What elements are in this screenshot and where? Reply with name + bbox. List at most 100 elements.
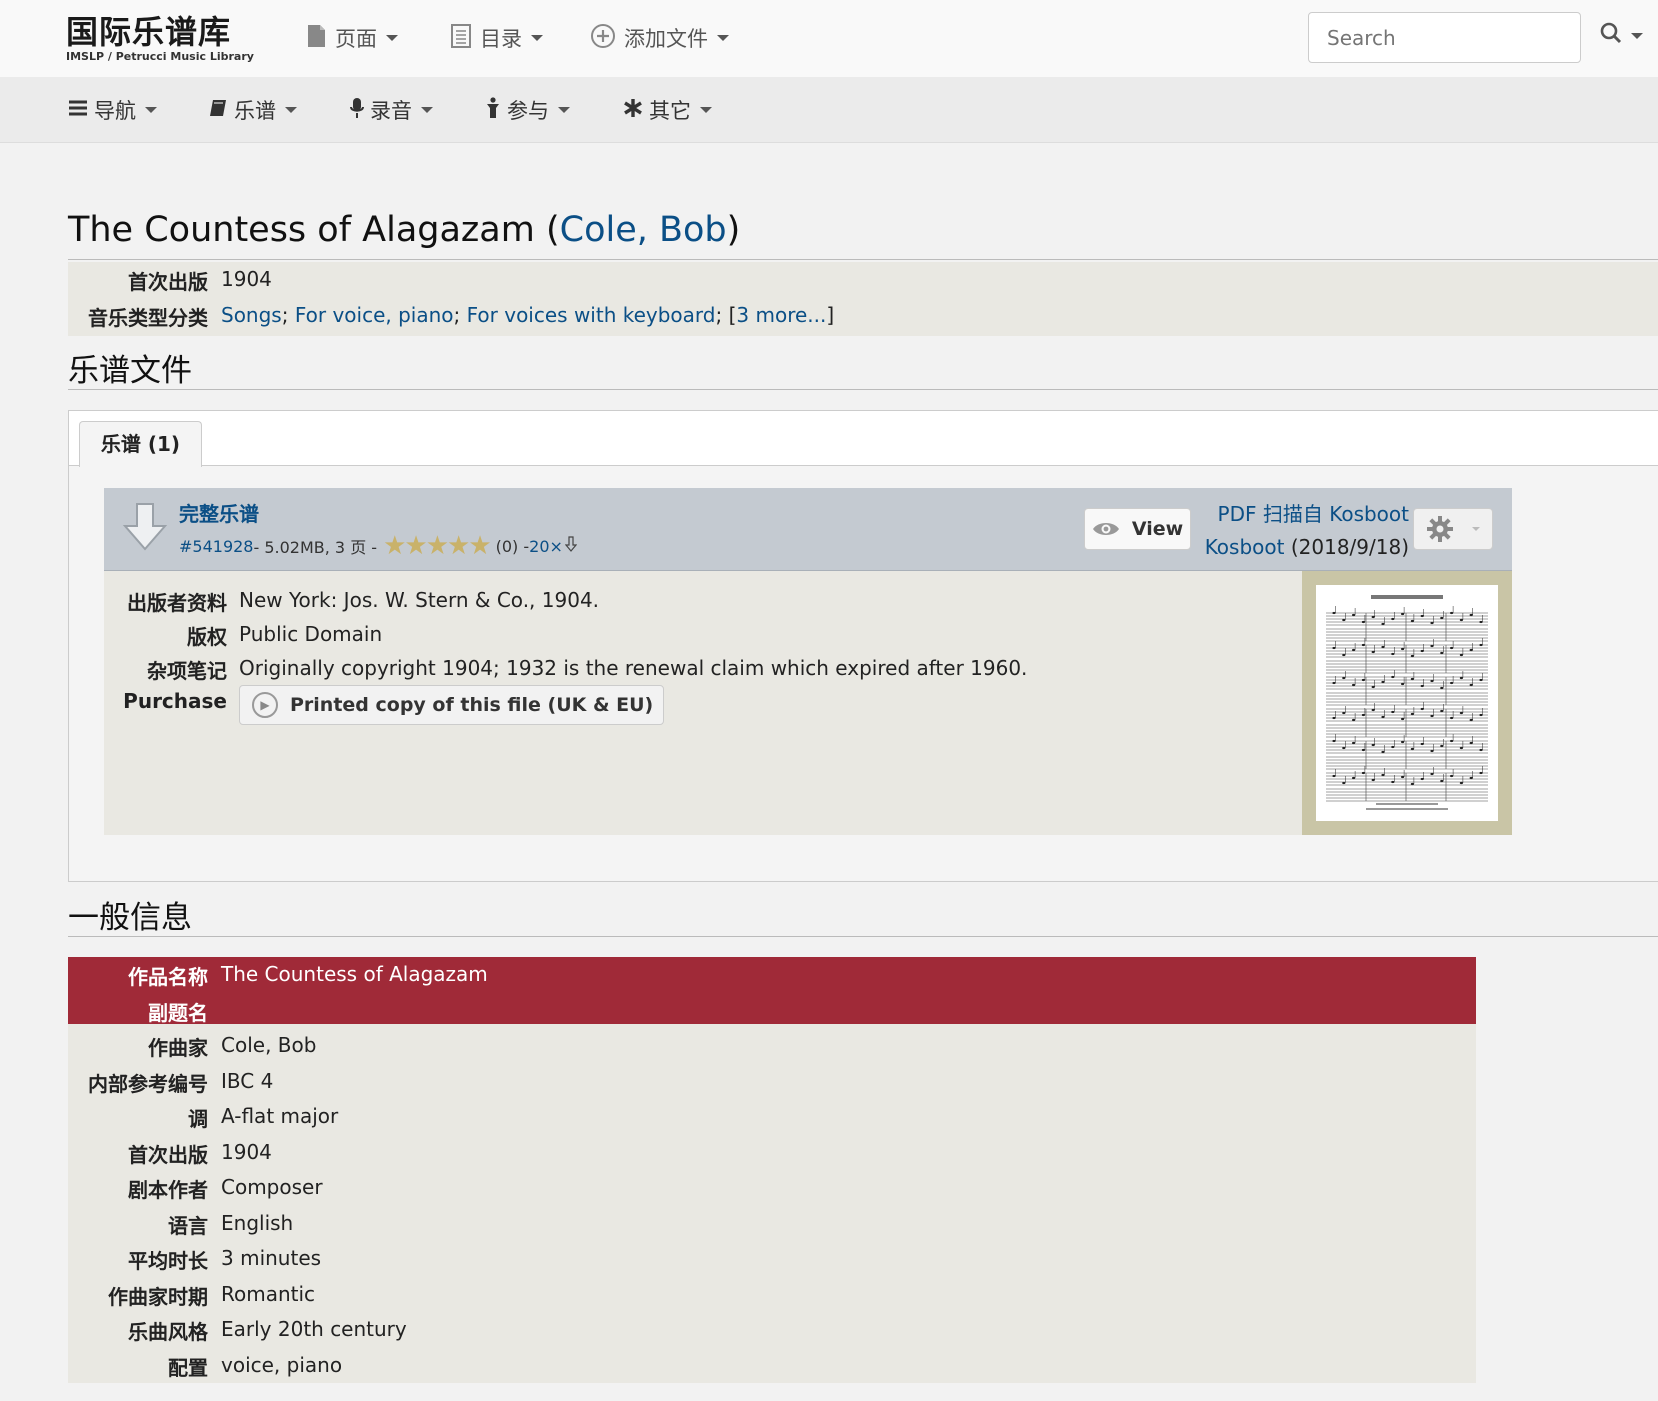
- logo-title[interactable]: 国际乐谱库: [66, 14, 256, 50]
- style-link[interactable]: Early 20th century: [221, 1317, 407, 1341]
- summary-label: 首次出版: [128, 270, 208, 294]
- files-tabbar: 乐谱 (1): [69, 411, 1658, 467]
- list-icon: [450, 23, 472, 54]
- general-value: A-flat major: [221, 1104, 339, 1128]
- general-label: 内部参考编号: [88, 1071, 208, 1096]
- genre-more-link[interactable]: 3 more...: [736, 303, 826, 327]
- genre-link-voice-piano[interactable]: For voice, piano: [295, 303, 454, 327]
- search-input[interactable]: [1308, 12, 1581, 63]
- general-value: Composer: [221, 1175, 323, 1199]
- person-icon: [485, 96, 501, 124]
- rating-stars[interactable]: ★ ★ ★ ★ ★: [383, 533, 492, 559]
- file-row-purchase: Purchase ▶ Printed copy of this file (UK…: [104, 685, 1302, 729]
- chevron-down-icon: [558, 107, 570, 113]
- period-link[interactable]: Romantic: [221, 1282, 315, 1306]
- purchase-button-label: Printed copy of this file (UK & EU): [290, 694, 654, 716]
- general-value: English: [221, 1210, 294, 1235]
- general-row-work-title: 作品名称 The Countess of Alagazam: [68, 957, 1476, 993]
- page-title-paren-close: ): [726, 210, 741, 250]
- nav-navigation[interactable]: 导航: [68, 95, 157, 125]
- bracket-close: ]: [826, 303, 835, 327]
- view-button[interactable]: View: [1084, 508, 1191, 550]
- file-row-label: 版权: [187, 625, 227, 649]
- menu-page[interactable]: 页面: [305, 22, 398, 54]
- microphone-icon: [350, 97, 364, 124]
- upload-date: (2018/9/18): [1284, 535, 1409, 559]
- public-domain-link[interactable]: Public Domain: [239, 622, 382, 646]
- file-row-publisher: 出版者资料 New York: Jos. W. Stern & Co., 190…: [104, 583, 1302, 617]
- star-icon[interactable]: ★: [404, 533, 427, 559]
- separator: ;: [453, 303, 461, 327]
- nav-scores[interactable]: 乐谱: [208, 95, 297, 125]
- file-card: 完整乐谱 #541928 - 5.02MB, 3 页 - ★ ★ ★ ★ ★ (…: [104, 488, 1512, 835]
- purchase-button[interactable]: ▶ Printed copy of this file (UK & EU): [239, 685, 665, 725]
- file-row-label: 出版者资料: [127, 591, 227, 615]
- download-arrow-icon[interactable]: [122, 502, 168, 556]
- pdf-info: PDF 扫描自 Kosboot Kosboot (2018/9/18): [1199, 498, 1409, 564]
- file-row-notes: 杂项笔记 Originally copyright 1904; 1932 is …: [104, 651, 1302, 685]
- genre-link-voices-keyboard[interactable]: For voices with keyboard: [467, 303, 716, 327]
- page-title-work: The Countess of Alagazam: [68, 210, 535, 250]
- file-row-label: 杂项笔记: [147, 659, 227, 683]
- general-row-duration: 平均时长 3 minutes: [68, 1241, 1476, 1277]
- plus-circle-icon: [590, 23, 616, 54]
- nav-other[interactable]: 其它: [623, 95, 712, 125]
- file-card-header: 完整乐谱 #541928 - 5.02MB, 3 页 - ★ ★ ★ ★ ★ (…: [104, 488, 1512, 571]
- general-label: 剧本作者: [128, 1178, 208, 1202]
- nav-participate[interactable]: 参与: [485, 95, 570, 125]
- nav-recordings-label: 录音: [370, 99, 412, 123]
- summary-table: 首次出版 1904 音乐类型分类 Songs; For voice, piano…: [68, 262, 1658, 336]
- file-row-value: Originally copyright 1904; 1932 is the r…: [239, 656, 1028, 680]
- search-icon: [1600, 22, 1622, 50]
- page-icon: [305, 23, 327, 54]
- general-label: 作曲家: [148, 1036, 208, 1060]
- chevron-down-icon: [285, 107, 297, 113]
- star-icon[interactable]: ★: [447, 533, 470, 559]
- nav-recordings[interactable]: 录音: [350, 95, 433, 125]
- menu-contents[interactable]: 目录: [450, 22, 543, 54]
- general-row-first-pub: 首次出版 1904: [68, 1135, 1476, 1171]
- general-row-composer: 作曲家 Cole, Bob: [68, 1028, 1476, 1064]
- general-row-instrumentation: 配置 voice, piano: [68, 1348, 1476, 1384]
- genre-link-songs[interactable]: Songs: [221, 303, 282, 327]
- logo-subtitle: IMSLP / Petrucci Music Library: [66, 50, 254, 63]
- nav-participate-label: 参与: [507, 99, 549, 123]
- file-settings-button[interactable]: [1413, 508, 1493, 550]
- composer-link[interactable]: Cole, Bob: [221, 1033, 316, 1057]
- site-logo[interactable]: 国际乐谱库 IMSLP / Petrucci Music Library: [66, 14, 256, 63]
- chevron-down-icon: [145, 107, 157, 113]
- chevron-down-icon: [421, 107, 433, 113]
- nav-navigation-label: 导航: [94, 99, 136, 123]
- chevron-down-icon: [1472, 527, 1480, 531]
- general-row-period: 作曲家时期 Romantic: [68, 1277, 1476, 1313]
- chevron-down-icon: [700, 107, 712, 113]
- star-icon[interactable]: ★: [383, 533, 406, 559]
- main-navbar: 导航 乐谱 录音 参与 其它: [0, 77, 1658, 143]
- genre-values: Songs; For voice, piano; For voices with…: [221, 303, 834, 327]
- uploader-link[interactable]: Kosboot: [1205, 535, 1285, 559]
- page-title-composer-link[interactable]: Cole, Bob: [560, 210, 727, 250]
- small-download-icon: [564, 536, 578, 556]
- star-icon[interactable]: ★: [468, 533, 491, 559]
- download-count[interactable]: 20×: [529, 537, 563, 556]
- separator: ;: [281, 303, 289, 327]
- bars-icon: [68, 98, 88, 122]
- pdf-scan-link[interactable]: PDF 扫描自 Kosboot: [1199, 498, 1409, 531]
- general-label: 语言: [168, 1213, 208, 1238]
- files-panel: 乐谱 (1) 完整乐谱 #541928 - 5.02MB, 3 页 - ★ ★ …: [68, 410, 1658, 882]
- file-row-label: Purchase: [123, 689, 227, 713]
- divider: [68, 936, 1658, 937]
- star-icon[interactable]: ★: [426, 533, 449, 559]
- file-row-copyright: 版权 Public Domain: [104, 617, 1302, 651]
- general-label: 副题名: [148, 1000, 208, 1025]
- score-thumbnail[interactable]: [1316, 585, 1498, 821]
- file-title-link[interactable]: 完整乐谱: [179, 498, 259, 527]
- general-value: The Countess of Alagazam: [221, 962, 488, 986]
- menu-add-file[interactable]: 添加文件: [590, 22, 729, 54]
- chevron-down-icon: [531, 35, 543, 41]
- menu-add-file-label: 添加文件: [624, 27, 708, 51]
- nav-scores-label: 乐谱: [234, 99, 276, 123]
- file-id-link[interactable]: #541928: [179, 537, 253, 556]
- tab-scores[interactable]: 乐谱 (1): [79, 421, 202, 467]
- search-button[interactable]: [1600, 22, 1643, 50]
